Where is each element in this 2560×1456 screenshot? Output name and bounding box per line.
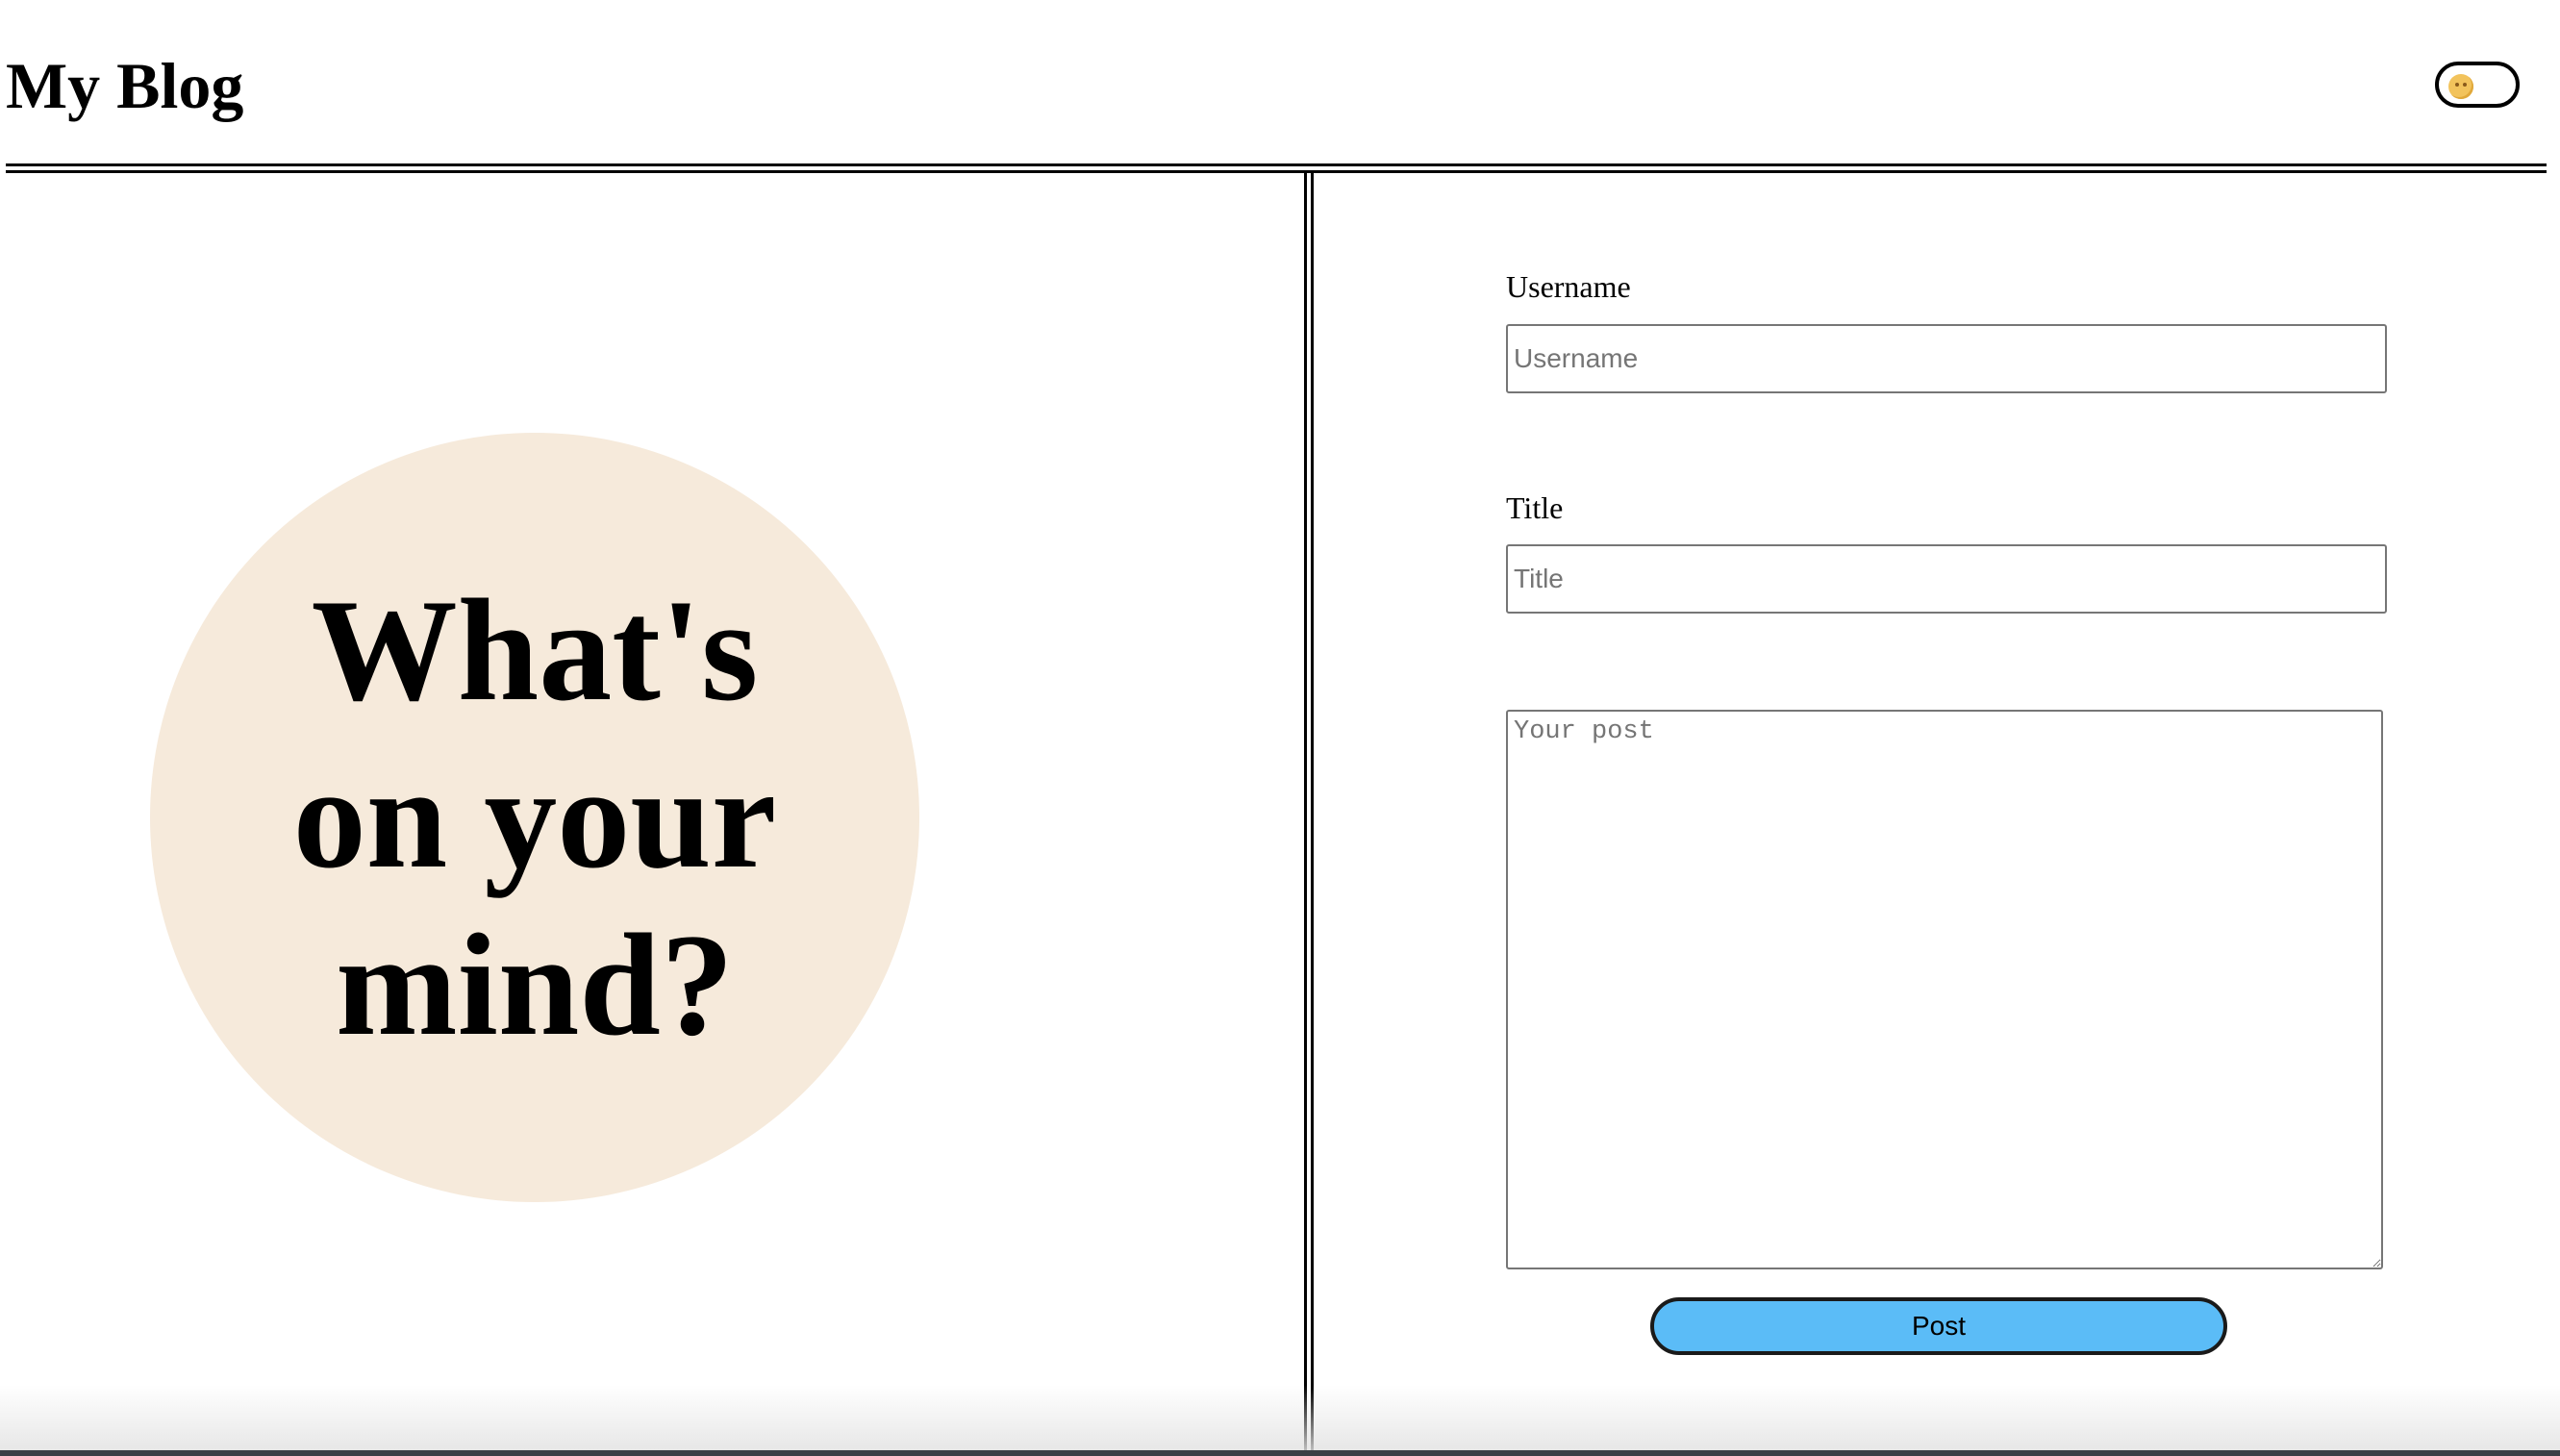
vertical-divider xyxy=(1304,171,1314,1456)
theme-toggle-switch[interactable] xyxy=(2435,62,2520,108)
post-button[interactable]: Post xyxy=(1650,1297,2227,1355)
username-label: Username xyxy=(1506,269,1631,304)
bottom-fade xyxy=(0,1385,2560,1456)
window-bottom-edge xyxy=(0,1450,2560,1456)
blog-title: My Blog xyxy=(6,49,244,122)
title-input[interactable] xyxy=(1506,544,2387,614)
hero-circle: What's on your mind? xyxy=(150,433,919,1202)
blog-app: My Blog What's on your mind? Username Ti… xyxy=(0,0,2560,1456)
header-divider xyxy=(6,163,2547,173)
username-input[interactable] xyxy=(1506,324,2387,393)
hero-heading: What's on your mind? xyxy=(292,569,777,1066)
post-body-textarea[interactable] xyxy=(1506,710,2383,1269)
smiley-face-icon xyxy=(2448,74,2473,99)
title-label: Title xyxy=(1506,490,1564,525)
site-header: My Blog xyxy=(0,0,2560,163)
